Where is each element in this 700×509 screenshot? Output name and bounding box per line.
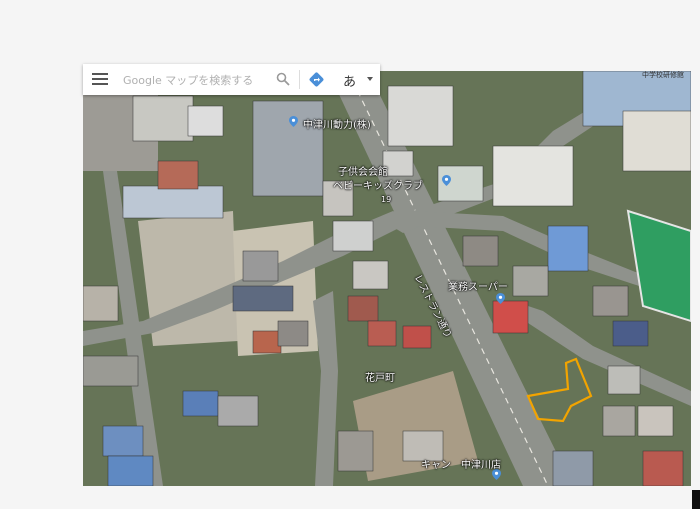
map-pin-icon[interactable]	[496, 293, 505, 304]
scan-edge-mark	[692, 490, 700, 509]
hamburger-menu-icon[interactable]	[92, 72, 108, 86]
area-label-hanato: 花戸町	[365, 373, 395, 384]
search-divider	[299, 70, 300, 89]
input-language-button[interactable]: あ	[333, 64, 380, 95]
search-input[interactable]	[121, 70, 275, 90]
directions-diamond-icon[interactable]	[308, 71, 325, 88]
search-bar: あ	[83, 64, 380, 95]
map-pin-icon[interactable]	[442, 175, 451, 186]
map-pin-icon[interactable]	[289, 116, 298, 127]
place-label-baby-kids-club[interactable]: ベビーキッズクラブ	[333, 177, 423, 192]
place-label-childrens-hall[interactable]: 子供会会館	[338, 163, 388, 178]
map-imagery	[83, 71, 691, 486]
place-label-store[interactable]: キャン 中津川店	[421, 456, 501, 471]
magnifier-icon[interactable]	[276, 72, 290, 86]
top-right-place-label: 中学校研修館	[642, 71, 684, 79]
place-label-nakatsugawa-power[interactable]: 中津川動力(株)	[303, 116, 371, 131]
satellite-map[interactable]: 中津川動力(株) 子供会会館 ベビーキッズクラブ 19 レストラン通り 業務スー…	[83, 71, 691, 486]
input-language-label: あ	[343, 75, 357, 90]
chevron-down-icon	[367, 77, 373, 81]
place-label-gyomu-super[interactable]: 業務スーパー	[448, 278, 508, 293]
route-number-label: 19	[381, 195, 392, 204]
